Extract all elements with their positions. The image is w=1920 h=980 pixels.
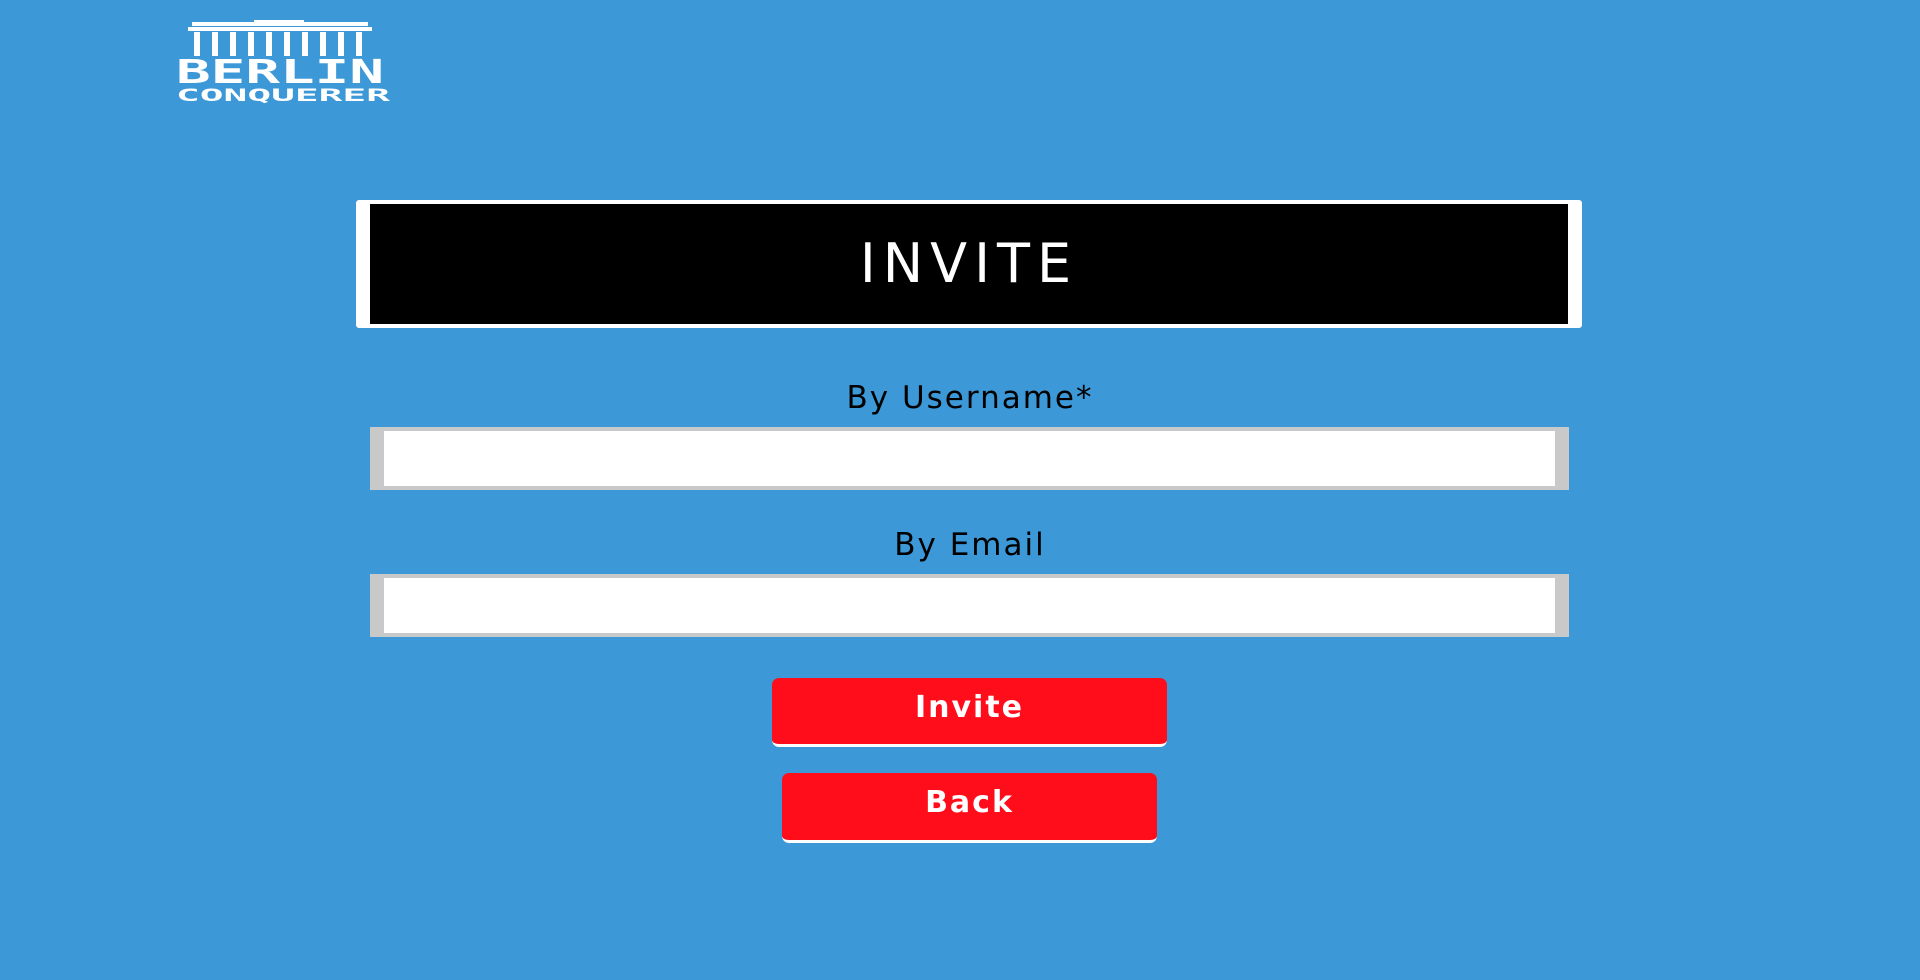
- email-input[interactable]: [370, 574, 1569, 637]
- logo-line-2: CONQUERER: [176, 86, 392, 104]
- invite-title-box: INVITE: [356, 200, 1582, 328]
- email-label: By Email: [894, 527, 1046, 563]
- page-title: INVITE: [859, 232, 1079, 295]
- username-input[interactable]: [370, 427, 1569, 490]
- brandenburg-gate-icon: [188, 20, 372, 56]
- back-button[interactable]: Back: [782, 773, 1157, 843]
- berlin-conquerer-logo: BERLIN CONQUERER: [174, 20, 392, 104]
- invite-button[interactable]: Invite: [772, 678, 1167, 747]
- username-label: By Username*: [846, 380, 1094, 416]
